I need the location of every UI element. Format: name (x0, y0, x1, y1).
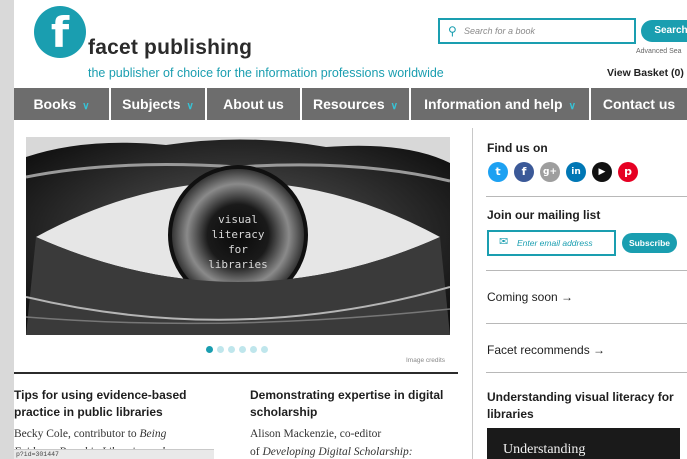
slide-dot-2[interactable] (217, 346, 224, 353)
nav-contact-us[interactable]: Contact us (591, 88, 687, 120)
article-2-title[interactable]: Demonstrating expertise in digital schol… (250, 387, 465, 421)
chevron-down-icon: ∨ (82, 101, 90, 112)
article-2-book: Developing Digital Scholarship: (262, 446, 413, 458)
article-1-title-line2: practice in public libraries (14, 405, 163, 419)
book-cover-title: Understanding (503, 442, 586, 457)
facet-recommends-link[interactable]: Facet recommends → (487, 343, 605, 357)
article-2-author: Alison Mackenzie, co-editor (250, 428, 382, 440)
pinterest-icon[interactable]: p (618, 162, 638, 182)
main-nav: Books ∨ Subjects ∨ About us Resources ∨ Inf… (14, 88, 687, 120)
slide-dot-3[interactable] (228, 346, 235, 353)
article-1-title-line1: Tips for using evidence-based (14, 388, 187, 402)
nav-about-label: About us (223, 96, 284, 112)
article-2-title-line1: Demonstrating expertise in digital (250, 388, 444, 402)
facet-logo-icon[interactable]: f (34, 6, 86, 58)
nav-info-label: Information and help (424, 96, 563, 112)
brand-name[interactable]: facet publishing (88, 36, 252, 60)
search-button[interactable]: Search (641, 20, 687, 42)
facebook-icon[interactable]: f (514, 162, 534, 182)
youtube-icon[interactable]: ▶ (592, 162, 612, 182)
email-input[interactable] (517, 236, 613, 250)
nav-subjects[interactable]: Subjects ∨ (111, 88, 207, 120)
email-field[interactable]: ✉ (487, 230, 616, 256)
tagline: the publisher of choice for the informat… (88, 66, 444, 80)
social-links: t f g+ in ▶ p (488, 162, 638, 182)
slide-dot-5[interactable] (250, 346, 257, 353)
article-2-title-line2: scholarship (250, 405, 318, 419)
search-field[interactable]: ⚲ (438, 18, 636, 44)
nav-information-help[interactable]: Information and help ∨ (411, 88, 591, 120)
slide-dot-4[interactable] (239, 346, 246, 353)
hero-text-line3: for (228, 243, 248, 256)
nav-resources[interactable]: Resources ∨ (302, 88, 411, 120)
article-1-author: Becky Cole, contributor to (14, 428, 140, 440)
linkedin-icon[interactable]: in (566, 162, 586, 182)
image-credits-link[interactable]: Image credits (406, 357, 445, 364)
hero-text-line4: libraries (208, 258, 268, 271)
divider (486, 196, 687, 197)
slider-dots (206, 346, 268, 353)
divider (486, 323, 687, 324)
feature-title-line1: Understanding visual literacy for (487, 390, 674, 404)
chevron-down-icon: ∨ (186, 101, 194, 112)
nav-resources-label: Resources (313, 96, 385, 112)
column-divider (472, 128, 473, 459)
nav-contact-label: Contact us (602, 96, 676, 112)
book-cover-image[interactable]: Understanding (487, 428, 680, 459)
hero-text-line1: visual (218, 213, 258, 226)
divider (486, 372, 687, 373)
coming-soon-link[interactable]: Coming soon → (487, 290, 573, 304)
subscribe-button[interactable]: Subscribe (622, 233, 677, 253)
page: f facet publishing the publisher of choi… (14, 0, 687, 459)
status-bar-url: p?id=301447 (14, 449, 214, 459)
nav-about-us[interactable]: About us (207, 88, 302, 120)
chevron-down-icon: ∨ (568, 101, 576, 112)
feature-title-line2: libraries (487, 407, 534, 421)
slide-dot-1[interactable] (206, 346, 213, 353)
search-input[interactable] (464, 23, 629, 39)
nav-books-label: Books (33, 96, 77, 112)
advanced-search-link[interactable]: Advanced Sea (636, 48, 682, 55)
article-1-title[interactable]: Tips for using evidence-based practice i… (14, 387, 239, 421)
divider (14, 372, 458, 374)
nav-subjects-label: Subjects (122, 96, 181, 112)
hero-slide-image[interactable]: visual literacy for libraries (26, 137, 450, 335)
hero-text-line2: literacy (212, 228, 265, 241)
article-1-book: Being (139, 428, 167, 440)
chevron-down-icon: ∨ (390, 101, 398, 112)
twitter-icon[interactable]: t (488, 162, 508, 182)
envelope-icon: ✉ (499, 236, 509, 248)
search-icon: ⚲ (448, 24, 457, 38)
article-2-book-prefix: of (250, 446, 263, 458)
eye-illustration: visual literacy for libraries (26, 137, 450, 335)
divider (486, 270, 687, 271)
googleplus-icon[interactable]: g+ (540, 162, 560, 182)
feature-book-title[interactable]: Understanding visual literacy for librar… (487, 389, 674, 423)
mailing-list-heading: Join our mailing list (487, 208, 601, 222)
view-basket-link[interactable]: View Basket (0) ▼ (607, 67, 687, 79)
nav-books[interactable]: Books ∨ (14, 88, 111, 120)
find-us-heading: Find us on (487, 141, 548, 155)
article-2-byline: Alison Mackenzie, co-editor of Developin… (250, 425, 465, 459)
slide-dot-6[interactable] (261, 346, 268, 353)
